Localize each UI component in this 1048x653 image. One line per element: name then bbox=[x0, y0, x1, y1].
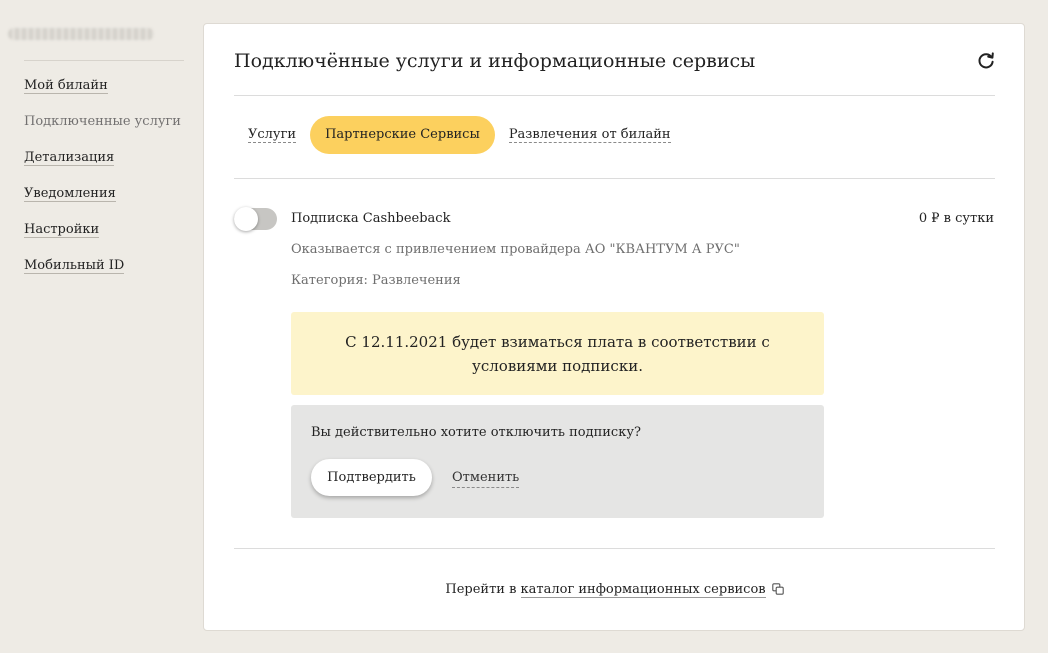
sidebar-divider bbox=[24, 60, 184, 61]
page-title: Подключённые услуги и информационные сер… bbox=[234, 50, 756, 72]
sidebar-item-settings[interactable]: Настройки bbox=[24, 220, 181, 256]
sidebar-item-details[interactable]: Детализация bbox=[24, 148, 181, 184]
sidebar: Мой билайн Подключенные услуги Детализац… bbox=[0, 0, 200, 653]
sidebar-item-connected-services: Подключенные услуги bbox=[24, 112, 181, 148]
catalog-link[interactable]: каталог информационных сервисов bbox=[520, 582, 766, 598]
tab-entertainment[interactable]: Развлечения от билайн bbox=[495, 126, 685, 144]
tabs: Услуги Партнерские Сервисы Развлечения о… bbox=[234, 116, 685, 154]
charge-notice: С 12.11.2021 будет взиматься плата в соо… bbox=[291, 312, 824, 395]
sidebar-item-label: Подключенные услуги bbox=[24, 114, 181, 129]
tab-partner-services[interactable]: Партнерские Сервисы bbox=[310, 116, 495, 154]
sidebar-item-label[interactable]: Мой билайн bbox=[24, 78, 108, 94]
sidebar-item-label[interactable]: Мобильный ID bbox=[24, 258, 125, 274]
sidebar-item-label[interactable]: Уведомления bbox=[24, 186, 116, 202]
title-divider bbox=[234, 95, 995, 96]
sidebar-menu: Мой билайн Подключенные услуги Детализац… bbox=[24, 76, 181, 292]
external-link-icon[interactable] bbox=[771, 583, 784, 601]
cancel-link[interactable]: Отменить bbox=[452, 469, 520, 488]
services-card: Подключённые услуги и информационные сер… bbox=[203, 23, 1025, 631]
sidebar-item-notifications[interactable]: Уведомления bbox=[24, 184, 181, 220]
sidebar-item-my-beeline[interactable]: Мой билайн bbox=[24, 76, 181, 112]
catalog-footer: Перейти в каталог информационных сервисо… bbox=[234, 581, 995, 601]
service-price: 0 ₽ в сутки bbox=[918, 211, 994, 226]
sidebar-item-label[interactable]: Настройки bbox=[24, 222, 100, 238]
blurred-account-number bbox=[8, 28, 154, 40]
sidebar-item-label[interactable]: Детализация bbox=[24, 150, 115, 166]
service-name: Подписка Cashbeeback bbox=[291, 211, 451, 226]
toggle-knob bbox=[234, 207, 258, 231]
tab-services[interactable]: Услуги bbox=[234, 126, 310, 144]
tab-label: Партнерские Сервисы bbox=[325, 127, 480, 142]
footer-divider bbox=[234, 548, 995, 549]
subscription-toggle[interactable] bbox=[234, 207, 277, 231]
tab-label: Услуги bbox=[248, 127, 297, 143]
tabs-divider bbox=[234, 178, 995, 179]
confirmation-question: Вы действительно хотите отключить подпис… bbox=[311, 425, 641, 440]
tab-label: Развлечения от билайн bbox=[508, 127, 671, 143]
refresh-icon bbox=[978, 52, 994, 69]
footer-prefix: Перейти в bbox=[445, 582, 517, 597]
charge-notice-text: С 12.11.2021 будет взиматься плата в соо… bbox=[345, 332, 770, 375]
disable-confirmation: Вы действительно хотите отключить подпис… bbox=[291, 405, 824, 518]
refresh-button[interactable] bbox=[976, 51, 996, 71]
service-provider: Оказывается с привлечением провайдера АО… bbox=[291, 242, 740, 257]
confirm-button[interactable]: Подтвердить bbox=[311, 459, 432, 496]
sidebar-item-mobile-id[interactable]: Мобильный ID bbox=[24, 256, 181, 292]
service-category: Категория: Развлечения bbox=[291, 273, 461, 288]
